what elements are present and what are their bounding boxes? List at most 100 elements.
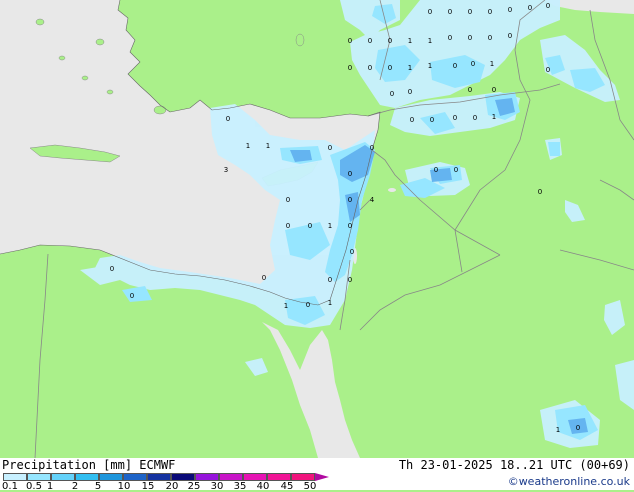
- precip-value: 0: [528, 4, 532, 12]
- precip-value: 1: [492, 113, 496, 121]
- precip-value: 0: [306, 301, 310, 309]
- precip-value: 4: [370, 196, 375, 204]
- precip-value: 0: [546, 66, 550, 74]
- precip-value: 0: [348, 196, 352, 204]
- aegean-island: [95, 38, 105, 46]
- scale-swatch: [99, 473, 123, 481]
- precip-value: 0: [471, 60, 475, 68]
- precip-value: 0: [488, 8, 492, 16]
- legend-variable: Precipitation [mm]: [2, 458, 133, 472]
- scale-swatch: [195, 473, 219, 481]
- aegean-island: [35, 18, 45, 26]
- aegean-island: [58, 55, 66, 61]
- precip-value: 0: [390, 90, 394, 98]
- scale-tick-label: 2: [71, 481, 79, 492]
- precip-value: 0: [410, 116, 414, 124]
- precip-value: 0: [576, 424, 580, 432]
- precip-value: 3: [224, 166, 228, 174]
- precip-value: 0: [473, 114, 477, 122]
- color-scale: [3, 473, 329, 481]
- precip-value: 0: [286, 222, 290, 230]
- scale-tick-label: 40: [256, 481, 270, 492]
- scale-tick-label: 50: [303, 481, 317, 492]
- scale-tick-label: 35: [233, 481, 247, 492]
- scale-tick-label: 0.1: [2, 481, 18, 492]
- legend-title: Precipitation [mm] ECMWF: [2, 458, 175, 472]
- aegean-island: [81, 75, 89, 81]
- legend-model: ECMWF: [139, 458, 176, 472]
- precip-value: 0: [448, 34, 452, 42]
- aegean-island: [106, 89, 114, 95]
- precip-value: 0: [368, 64, 372, 72]
- precip-value: 0: [428, 8, 432, 16]
- precip-value: 0: [508, 32, 512, 40]
- scale-swatch: [147, 473, 171, 481]
- scale-swatch: [123, 473, 147, 481]
- scale-arrow: [315, 473, 329, 481]
- scale-tick-label: 30: [210, 481, 224, 492]
- precip-value: 0: [286, 196, 290, 204]
- scale-swatch: [171, 473, 195, 481]
- precip-value: 1: [556, 426, 560, 434]
- precip-value: 0: [110, 265, 114, 273]
- scale-swatch: [27, 473, 51, 481]
- precip-value: 1: [284, 302, 288, 310]
- precip-value: 0: [328, 144, 332, 152]
- map-footer: Precipitation [mm] ECMWF Th 23-01-2025 1…: [0, 458, 634, 492]
- precip-value: 0: [546, 2, 550, 10]
- precip-value: 1: [428, 62, 432, 70]
- lake-turkey: [295, 33, 305, 47]
- precip-value: 0: [370, 144, 374, 152]
- precip-value: 0: [434, 166, 438, 174]
- precip-value: 0: [448, 8, 452, 16]
- scale-tick-label: 15: [141, 481, 155, 492]
- precip-value: 0: [308, 222, 312, 230]
- scale-swatch: [3, 473, 27, 481]
- precip-value: 0: [454, 166, 458, 174]
- precip-value: 0: [468, 86, 472, 94]
- precip-value: 0: [508, 6, 512, 14]
- credit-link[interactable]: ©weatheronline.co.uk: [508, 475, 630, 488]
- scale-tick-label: 20: [165, 481, 179, 492]
- precip-value: 0: [262, 274, 266, 282]
- precip-value: 1: [428, 37, 432, 45]
- scale-swatch: [219, 473, 243, 481]
- precip-value: 1: [408, 64, 412, 72]
- precip-value: 1: [266, 142, 270, 150]
- scale-tick-label: 45: [280, 481, 294, 492]
- precip-value: 0: [468, 8, 472, 16]
- precip-value: 1: [246, 142, 250, 150]
- precip-value: 0: [348, 276, 352, 284]
- precip-value: 0: [453, 114, 457, 122]
- precip-value: 0: [468, 34, 472, 42]
- scale-tick-label: 0.5: [26, 481, 42, 492]
- precip-value: 0: [348, 222, 352, 230]
- lake: [388, 188, 396, 192]
- precip-value: 1: [328, 222, 332, 230]
- precip-value: 0: [388, 37, 392, 45]
- precip-value: 0: [350, 248, 354, 256]
- precip-value: 0: [408, 88, 412, 96]
- valid-time: Th 23-01-2025 18..21 UTC (00+69): [398, 458, 630, 472]
- scale-swatch: [243, 473, 267, 481]
- precip-value: 1: [408, 37, 412, 45]
- scale-tick-label: 1: [46, 481, 54, 492]
- precip-value: 0: [388, 64, 392, 72]
- scale-swatch: [75, 473, 99, 481]
- precip-value: 0: [538, 188, 542, 196]
- precip-value: 0: [492, 86, 496, 94]
- precip-value: 0: [348, 37, 352, 45]
- scale-tick-label: 25: [187, 481, 201, 492]
- scale-tick-label: 10: [117, 481, 131, 492]
- precip-value: 0: [453, 62, 457, 70]
- scale-tick-label: 5: [94, 481, 102, 492]
- precip-value: 1: [328, 299, 332, 307]
- weather-map: 0 0 0 0 0 0 0 0 0 0 1 1 0 0 0 0 0 0 0 1 1 0 0 1 0 0 0 0 0 0 0 0 0 1 0 1 1 0 0 0…: [0, 0, 634, 458]
- precip-value: 0: [328, 276, 332, 284]
- precip-value: 0: [348, 64, 352, 72]
- scale-swatch: [267, 473, 291, 481]
- precip-value: 0: [488, 34, 492, 42]
- precip-value: 1: [490, 60, 494, 68]
- precip-value: 0: [130, 292, 134, 300]
- scale-swatch: [51, 473, 75, 481]
